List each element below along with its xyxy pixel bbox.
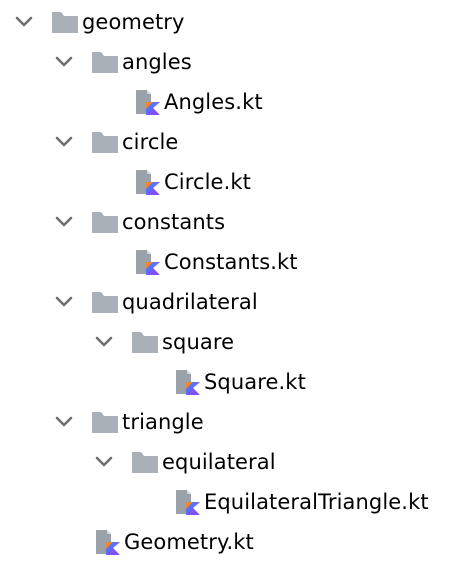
tree-label: angles <box>122 50 192 74</box>
folder-icon <box>90 407 120 437</box>
tree-label: constants <box>122 210 226 234</box>
chevron-down-icon[interactable] <box>52 130 76 154</box>
tree-row-angles[interactable]: angles <box>52 42 192 82</box>
folder-icon <box>90 287 120 317</box>
folder-icon <box>50 7 80 37</box>
tree-label: square <box>162 330 235 354</box>
tree-row-equilateral-triangle-kt[interactable]: EquilateralTriangle.kt <box>172 482 429 522</box>
chevron-down-icon[interactable] <box>52 210 76 234</box>
folder-icon <box>90 207 120 237</box>
tree-row-geometry-kt[interactable]: Geometry.kt <box>92 522 254 562</box>
tree-label: Angles.kt <box>164 90 263 114</box>
kotlin-file-icon <box>172 367 202 397</box>
tree-label: triangle <box>122 410 204 434</box>
kotlin-file-icon <box>132 247 162 277</box>
tree-label: EquilateralTriangle.kt <box>204 490 429 514</box>
tree-label: circle <box>122 130 179 154</box>
tree-row-constants[interactable]: constants <box>52 202 225 242</box>
chevron-down-icon[interactable] <box>92 450 116 474</box>
tree-row-square-kt[interactable]: Square.kt <box>172 362 306 402</box>
tree-row-constants-kt[interactable]: Constants.kt <box>132 242 298 282</box>
tree-row-quadrilateral[interactable]: quadrilateral <box>52 282 258 322</box>
tree-label: Circle.kt <box>164 170 251 194</box>
tree-label: Constants.kt <box>164 250 298 274</box>
tree-label: Square.kt <box>204 370 306 394</box>
tree-row-square[interactable]: square <box>92 322 234 362</box>
tree-row-equilateral[interactable]: equilateral <box>92 442 276 482</box>
chevron-down-icon[interactable] <box>52 50 76 74</box>
chevron-down-icon[interactable] <box>52 410 76 434</box>
tree-row-circle-kt[interactable]: Circle.kt <box>132 162 251 202</box>
folder-icon <box>90 47 120 77</box>
tree-label: quadrilateral <box>122 290 258 314</box>
folder-icon <box>130 447 160 477</box>
chevron-down-icon[interactable] <box>52 290 76 314</box>
chevron-down-icon[interactable] <box>12 10 36 34</box>
kotlin-file-icon <box>132 167 162 197</box>
folder-icon <box>130 327 160 357</box>
kotlin-file-icon <box>132 87 162 117</box>
tree-row-circle[interactable]: circle <box>52 122 178 162</box>
tree-label: equilateral <box>162 450 276 474</box>
chevron-down-icon[interactable] <box>92 330 116 354</box>
kotlin-file-icon <box>92 527 122 557</box>
tree-row-geometry[interactable]: geometry <box>12 2 185 42</box>
tree-row-angles-kt[interactable]: Angles.kt <box>132 82 263 122</box>
tree-label: geometry <box>82 10 185 34</box>
folder-icon <box>90 127 120 157</box>
project-tree: geometry angles Angles.kt circle Circle.… <box>0 0 458 567</box>
tree-row-triangle[interactable]: triangle <box>52 402 204 442</box>
kotlin-file-icon <box>172 487 202 517</box>
tree-label: Geometry.kt <box>124 530 254 554</box>
